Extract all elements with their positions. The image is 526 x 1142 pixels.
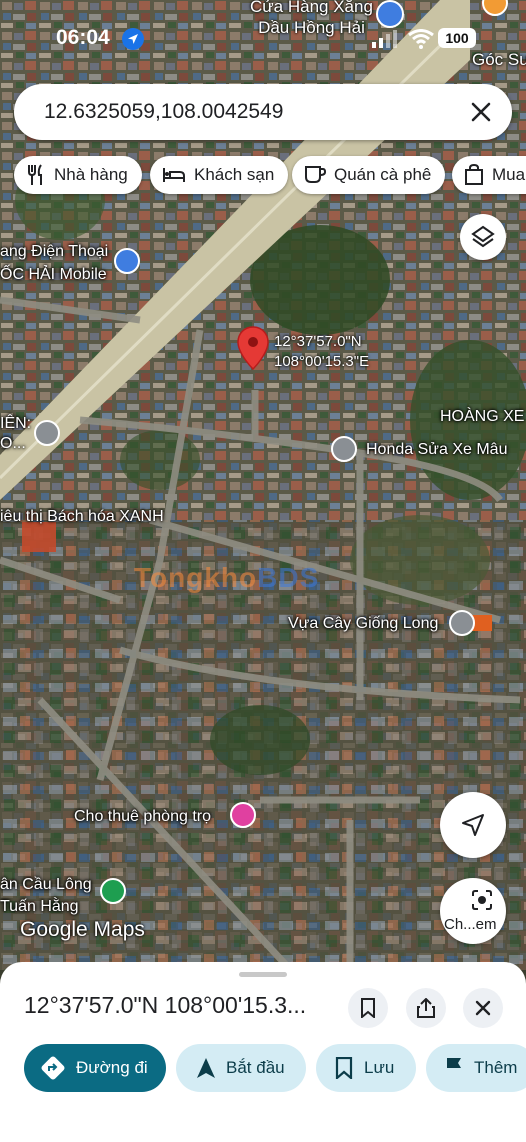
map-label-bach-hoa[interactable]: iêu thị Bách hóa XANH [0,508,164,526]
save-bookmark-button[interactable] [348,988,388,1028]
school-poi-icon[interactable] [34,420,60,446]
chip-shopping[interactable]: Mua [452,156,526,194]
map-label-gas-station[interactable]: Cửa Hàng Xăng Dầu Hồng Hải [250,0,373,38]
dropped-pin-icon[interactable] [237,326,269,370]
bookmark-icon [361,998,375,1018]
place-title: 12°37'57.0"N 108°00'15.3... [24,992,307,1018]
map-label-phong-tro[interactable]: Cho thuê phòng trọ [74,808,211,826]
place-bottom-sheet[interactable]: 12°37'57.0"N 108°00'15.3... Đường đi Bắt… [0,962,526,1142]
restaurant-icon [28,164,42,185]
map-label-goc-su[interactable]: Góc Su [472,50,526,70]
share-button[interactable] [406,988,446,1028]
map-label-honda[interactable]: Honda Sửa Xe Mâu [366,441,507,459]
shopping-bag-icon [465,164,483,185]
search-query[interactable]: 12.6325059,108.0042549 [44,100,283,124]
chip-restaurants-label: Nhà hàng [54,165,128,184]
repair-poi-icon[interactable] [331,436,357,462]
chip-shopping-label: Mua [492,165,526,184]
layers-icon [471,225,495,248]
status-time: 06:04 [56,26,110,49]
my-location-button[interactable] [440,792,506,858]
map-label-hoang-xe[interactable]: HOÀNG XE [440,408,524,426]
shop-poi-icon[interactable] [114,248,140,274]
directions-icon [41,1056,65,1080]
wifi-icon [408,29,434,49]
bookmark-icon [335,1057,353,1079]
chip-hotels-label: Khách sạn [194,165,275,184]
google-maps-logo: Google Maps [20,918,145,941]
close-icon[interactable] [468,99,494,125]
close-icon [475,1000,491,1016]
chip-cafes[interactable]: Quán cà phê [292,156,446,194]
lodging-poi-icon[interactable] [230,802,256,828]
start-label: Bắt đầu [226,1058,285,1077]
nursery-poi-icon[interactable] [449,610,475,636]
navigation-arrow-icon [462,814,484,836]
map-label-school[interactable]: IÊN: O... [0,414,31,454]
camera-lens-icon [472,890,492,910]
share-icon [417,998,435,1018]
close-sheet-button[interactable] [463,988,503,1028]
sports-poi-icon[interactable] [100,878,126,904]
map-layers-button[interactable] [460,214,506,260]
google-lens-button[interactable]: Ch...em [440,878,506,944]
directions-label: Đường đi [76,1058,148,1077]
watermark: TongkhoBDS [134,562,320,593]
add-more-label: Thêm [474,1058,518,1077]
chip-hotels[interactable]: Khách sạn [150,156,289,194]
map-label-cau-long[interactable]: ân Cầu Lông Tuấn Hằng [0,874,92,918]
hotel-icon [163,168,185,182]
search-bar[interactable]: 12.6325059,108.0042549 [14,84,512,140]
chip-cafes-label: Quán cà phê [334,165,432,184]
add-more-button[interactable]: Thêm [426,1044,526,1092]
lens-label: Ch...em [444,916,497,933]
start-button[interactable]: Bắt đầu [176,1044,306,1092]
gas-station-poi-icon[interactable] [376,0,404,28]
directions-button[interactable]: Đường đi [24,1044,166,1092]
pin-coordinates-label: 12°37'57.0"N 108°00'15.3"E [274,333,370,370]
cellular-signal-icon [372,30,397,48]
save-button[interactable]: Lưu [316,1044,416,1092]
battery-indicator: 100 [438,28,476,48]
map-label-phone-shop[interactable]: ang Điện Thoại ỐC HẢI Mobile [0,240,108,286]
save-label: Lưu [364,1058,395,1077]
chip-restaurants[interactable]: Nhà hàng [14,156,142,194]
flag-icon [447,1058,461,1078]
sheet-drag-handle[interactable] [239,972,287,977]
map-label-vua-cay[interactable]: Vựa Cây Giống Long [288,615,438,633]
navigation-start-icon [197,1058,215,1078]
location-arrow-icon [122,28,144,50]
coffee-icon [305,166,326,183]
